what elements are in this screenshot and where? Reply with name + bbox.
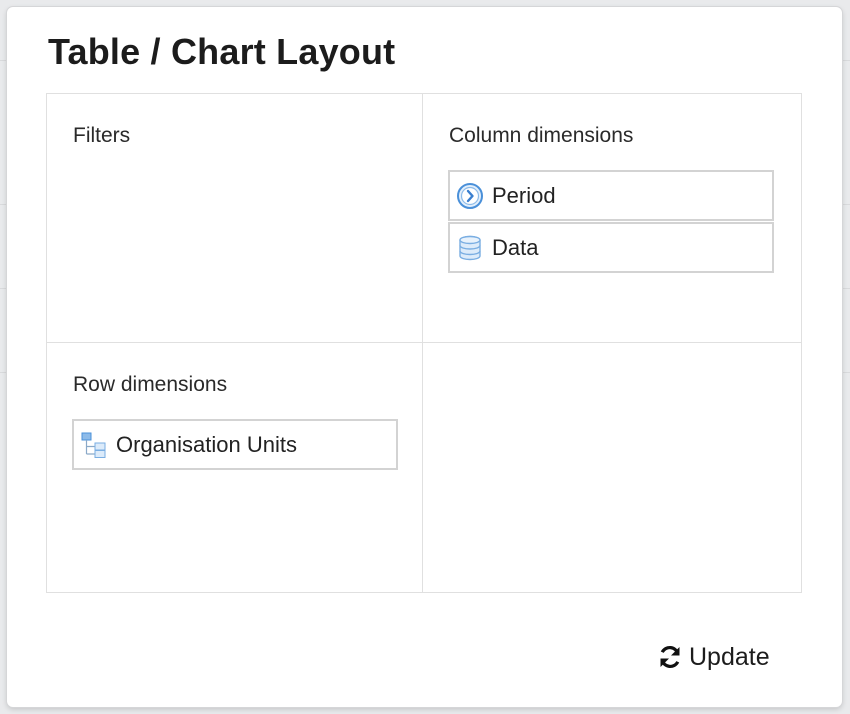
dimension-chip-label: Period [492,182,556,208]
dimension-chip-period[interactable]: Period [448,170,774,221]
org-unit-tree-icon [80,431,108,459]
refresh-icon [657,644,683,670]
update-button-label: Update [689,642,770,671]
dimension-chip-label: Organisation Units [116,431,297,457]
filters-dropzone[interactable]: Filters [47,94,423,343]
update-button[interactable]: Update [653,637,774,677]
database-icon [456,234,484,262]
filters-label: Filters [73,124,131,147]
dialog-title: Table / Chart Layout [48,31,396,72]
dimension-chip-data[interactable]: Data [448,222,774,273]
layout-dialog: Table / Chart Layout Filters Column dime… [7,7,842,707]
column-dimensions-dropzone[interactable]: Column dimensions Period Data [423,94,801,343]
period-clock-icon [456,182,484,210]
row-dimensions-label: Row dimensions [73,373,228,396]
layout-grid: Filters Column dimensions Period Data Ro… [46,93,802,593]
dimension-chip-organisation-units[interactable]: Organisation Units [72,419,398,470]
column-dimensions-label: Column dimensions [449,124,634,147]
layout-empty-cell [423,343,801,592]
row-dimensions-dropzone[interactable]: Row dimensions Organisation Units [47,343,423,592]
dimension-chip-label: Data [492,234,539,260]
